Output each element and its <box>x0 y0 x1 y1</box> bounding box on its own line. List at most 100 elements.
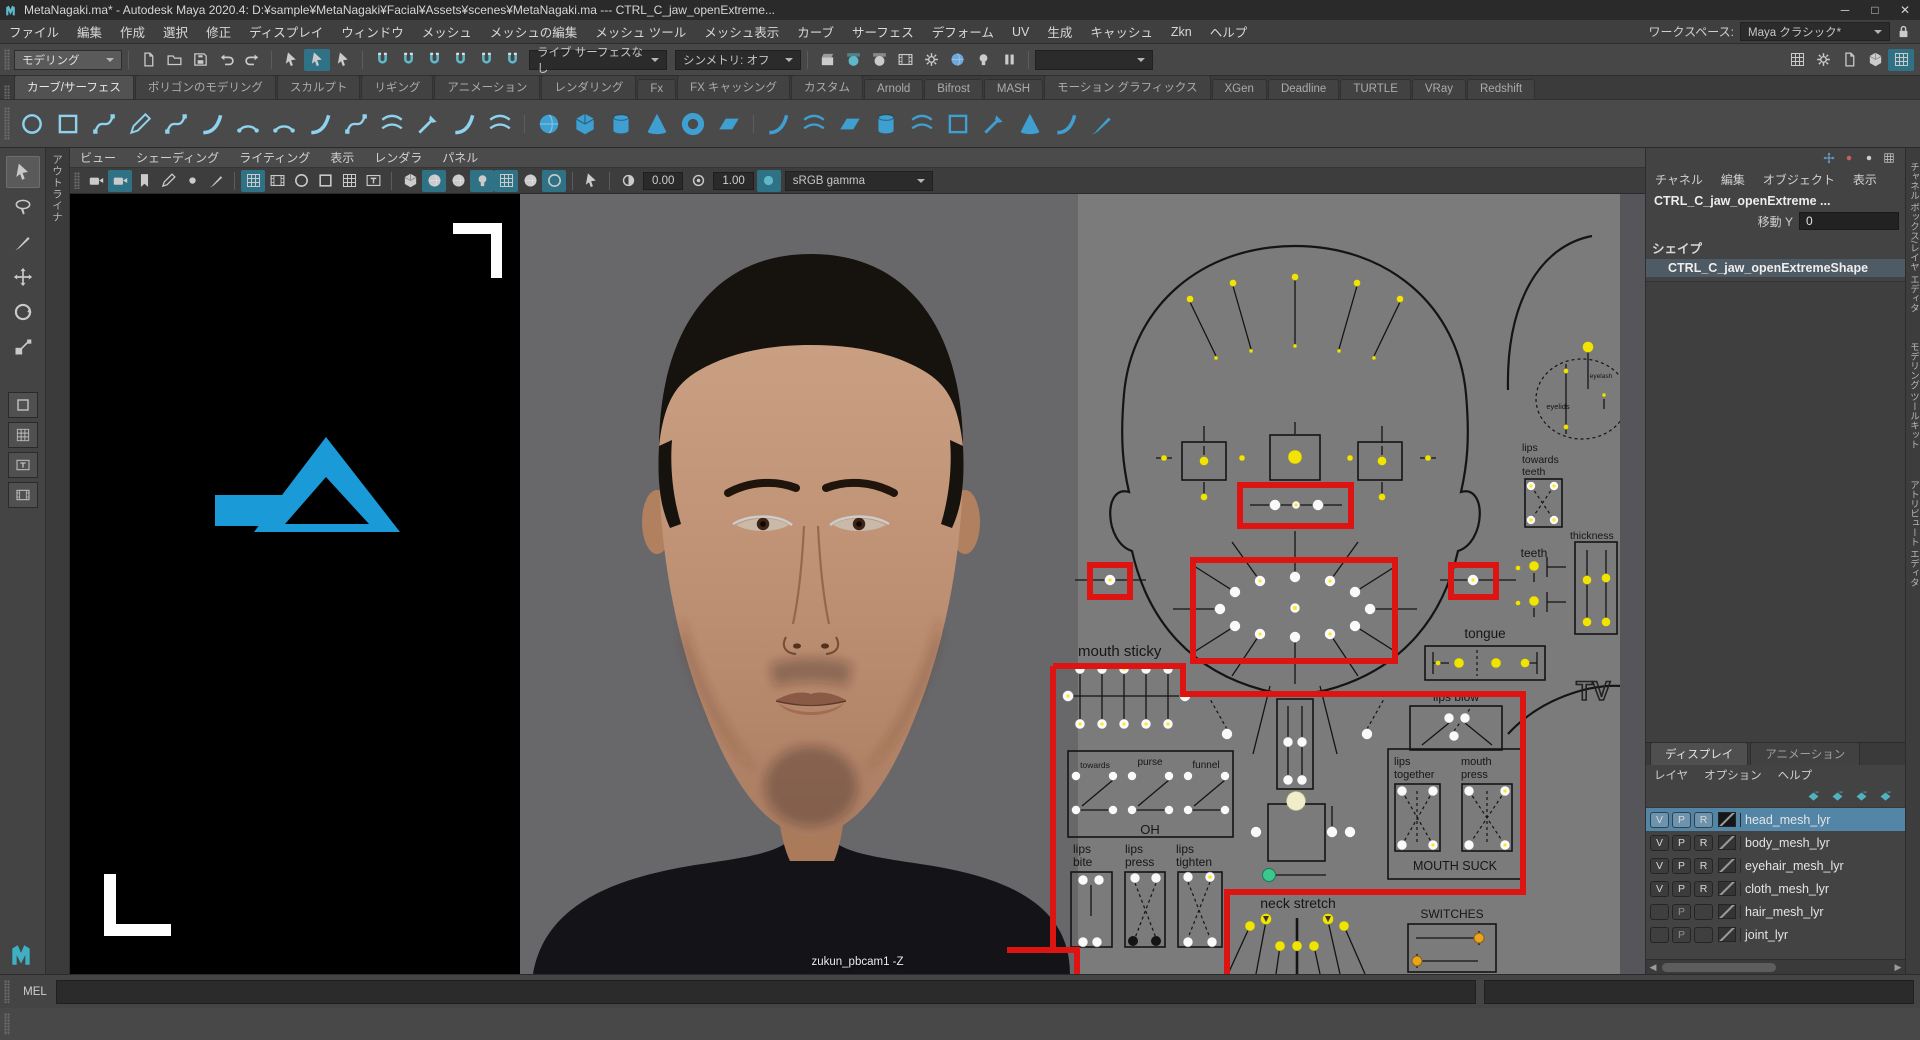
trim-tool-icon[interactable] <box>976 104 1012 144</box>
sidebar-tab-0[interactable]: チャネル ボックス/レイヤ エディタ <box>1906 162 1920 312</box>
channel-manip-icon[interactable] <box>1819 150 1839 166</box>
layer-color-swatch[interactable] <box>1718 904 1736 919</box>
screen-space-ao-icon[interactable] <box>518 170 542 192</box>
select-camera-icon[interactable] <box>84 170 108 192</box>
lock-camera-icon[interactable] <box>108 170 132 192</box>
wireframe-mode-icon[interactable] <box>398 170 422 192</box>
detach-curves-icon[interactable] <box>410 104 446 144</box>
two-pane-layout-button[interactable] <box>8 482 38 508</box>
layer-row[interactable]: Pjoint_lyr <box>1646 923 1905 946</box>
render-view-icon[interactable] <box>814 49 840 71</box>
character-set-dropdown[interactable] <box>1035 50 1153 70</box>
layer-name[interactable]: cloth_mesh_lyr <box>1740 882 1829 896</box>
undo-icon[interactable] <box>213 49 239 71</box>
save-scene-icon[interactable] <box>187 49 213 71</box>
menu-9[interactable]: メッシュ ツール <box>586 22 695 41</box>
three-point-arc-icon[interactable] <box>230 104 266 144</box>
use-all-lights-icon[interactable] <box>470 170 494 192</box>
channel-box-menu-1[interactable]: 編集 <box>1712 171 1754 188</box>
new-empty-layer-icon[interactable] <box>1849 787 1873 805</box>
attach-curves-icon[interactable] <box>374 104 410 144</box>
layer-name[interactable]: body_mesh_lyr <box>1740 836 1830 850</box>
channel-box-node-name[interactable]: CTRL_C_jaw_openExtreme ... <box>1646 190 1905 210</box>
shaded-mode-icon[interactable] <box>422 170 446 192</box>
shelf-tab-10[interactable]: Bifrost <box>924 79 983 99</box>
command-result-field[interactable] <box>1484 980 1914 1004</box>
contrast-icon[interactable] <box>686 170 710 192</box>
anti-aliasing-icon[interactable] <box>542 170 566 192</box>
make-live-icon[interactable] <box>499 49 525 71</box>
symmetry-field[interactable]: シンメトリ: オフ <box>675 50 801 70</box>
layer-editor-tab-0[interactable]: ディスプレイ <box>1650 742 1748 765</box>
shelf-tab-2[interactable]: スカルプト <box>277 75 361 99</box>
panel-menu-1[interactable]: シェーディング <box>126 149 229 166</box>
nurbs-torus-icon[interactable] <box>675 104 711 144</box>
menu-6[interactable]: ウィンドウ <box>332 22 413 41</box>
layer-reference-toggle[interactable]: R <box>1694 881 1713 897</box>
scrollbar-thumb[interactable] <box>1662 963 1776 972</box>
bookmark-view-icon[interactable] <box>156 170 180 192</box>
layer-row[interactable]: VPRbody_mesh_lyr <box>1646 831 1905 854</box>
menu-12[interactable]: サーフェス <box>843 22 923 41</box>
shelf-tab-9[interactable]: Arnold <box>864 79 923 99</box>
birail-icon[interactable] <box>904 104 940 144</box>
select-component-icon[interactable] <box>330 49 356 71</box>
isolate-select-icon[interactable] <box>579 170 603 192</box>
panel-menu-5[interactable]: パネル <box>432 149 488 166</box>
panel-menu-0[interactable]: ビュー <box>70 149 126 166</box>
pause-viewport-icon[interactable] <box>996 49 1022 71</box>
ep-curve-tool-icon[interactable] <box>158 104 194 144</box>
shelf-tab-11[interactable]: MASH <box>984 79 1043 99</box>
field-chart-icon[interactable] <box>337 170 361 192</box>
layer-name[interactable]: joint_lyr <box>1740 928 1788 942</box>
textured-mode-icon[interactable] <box>446 170 470 192</box>
layer-reference-toggle[interactable] <box>1694 904 1713 920</box>
snap-curve-icon[interactable] <box>395 49 421 71</box>
nurbs-cone-icon[interactable] <box>639 104 675 144</box>
render-settings-icon[interactable] <box>918 49 944 71</box>
layer-row[interactable]: Phair_mesh_lyr <box>1646 900 1905 923</box>
shelf-tab-0[interactable]: カーブ/サーフェス <box>14 75 134 99</box>
resolution-gate-icon[interactable] <box>289 170 313 192</box>
rotate-tool[interactable] <box>6 296 40 328</box>
channel-box-menu-3[interactable]: 表示 <box>1844 171 1886 188</box>
channel-settings-icon[interactable] <box>1879 150 1899 166</box>
nurbs-square-icon[interactable] <box>50 104 86 144</box>
menu-11[interactable]: カーブ <box>788 22 843 41</box>
menu-0[interactable]: ファイル <box>0 22 68 41</box>
channel-box-menu-2[interactable]: オブジェクト <box>1754 171 1844 188</box>
extend-curve-icon[interactable] <box>446 104 482 144</box>
move-layer-up-icon[interactable] <box>1801 787 1825 805</box>
layer-visibility-toggle[interactable] <box>1650 904 1669 920</box>
toolbar-grip[interactable] <box>4 49 10 71</box>
menu-13[interactable]: デフォーム <box>923 22 1003 41</box>
menu-3[interactable]: 選択 <box>154 22 197 41</box>
scale-tool[interactable] <box>6 331 40 363</box>
select-hierarchy-icon[interactable] <box>278 49 304 71</box>
new-layer-from-selected-icon[interactable] <box>1873 787 1897 805</box>
layer-editor-menu-1[interactable]: オプション <box>1696 767 1770 783</box>
workspace-dropdown[interactable]: Maya クラシック* <box>1740 22 1890 41</box>
shelf-tab-12[interactable]: モーション グラフィックス <box>1044 75 1210 99</box>
open-scene-icon[interactable] <box>161 49 187 71</box>
layer-name[interactable]: head_mesh_lyr <box>1740 813 1830 827</box>
view-transform-dropdown[interactable]: sRGB gamma <box>785 171 933 191</box>
grid-toggle-icon[interactable] <box>241 170 265 192</box>
nurbs-cube-icon[interactable] <box>567 104 603 144</box>
snap-projected-center-icon[interactable] <box>447 49 473 71</box>
revolve-icon[interactable] <box>760 104 796 144</box>
snap-grid-icon[interactable] <box>369 49 395 71</box>
layer-visibility-toggle[interactable] <box>1650 927 1669 943</box>
layer-editor-tab-1[interactable]: アニメーション <box>1750 742 1860 765</box>
menu-17[interactable]: Zkn <box>1162 25 1201 39</box>
lasso-select-tool[interactable] <box>6 191 40 223</box>
panel-toolbar-grip[interactable] <box>74 172 80 190</box>
maximize-button[interactable]: □ <box>1860 0 1890 20</box>
layer-visibility-toggle[interactable]: V <box>1650 881 1669 897</box>
layer-list-scrollbar[interactable]: ◀ ▶ <box>1646 959 1905 974</box>
nurbs-sphere-icon[interactable] <box>531 104 567 144</box>
scroll-left-icon[interactable]: ◀ <box>1646 962 1660 973</box>
shelf-tab-13[interactable]: XGen <box>1212 79 1267 99</box>
layer-visibility-toggle[interactable]: V <box>1650 835 1669 851</box>
viewport[interactable]: .ln{stroke:#141414;stroke-width:1.3;fill… <box>70 194 1645 974</box>
